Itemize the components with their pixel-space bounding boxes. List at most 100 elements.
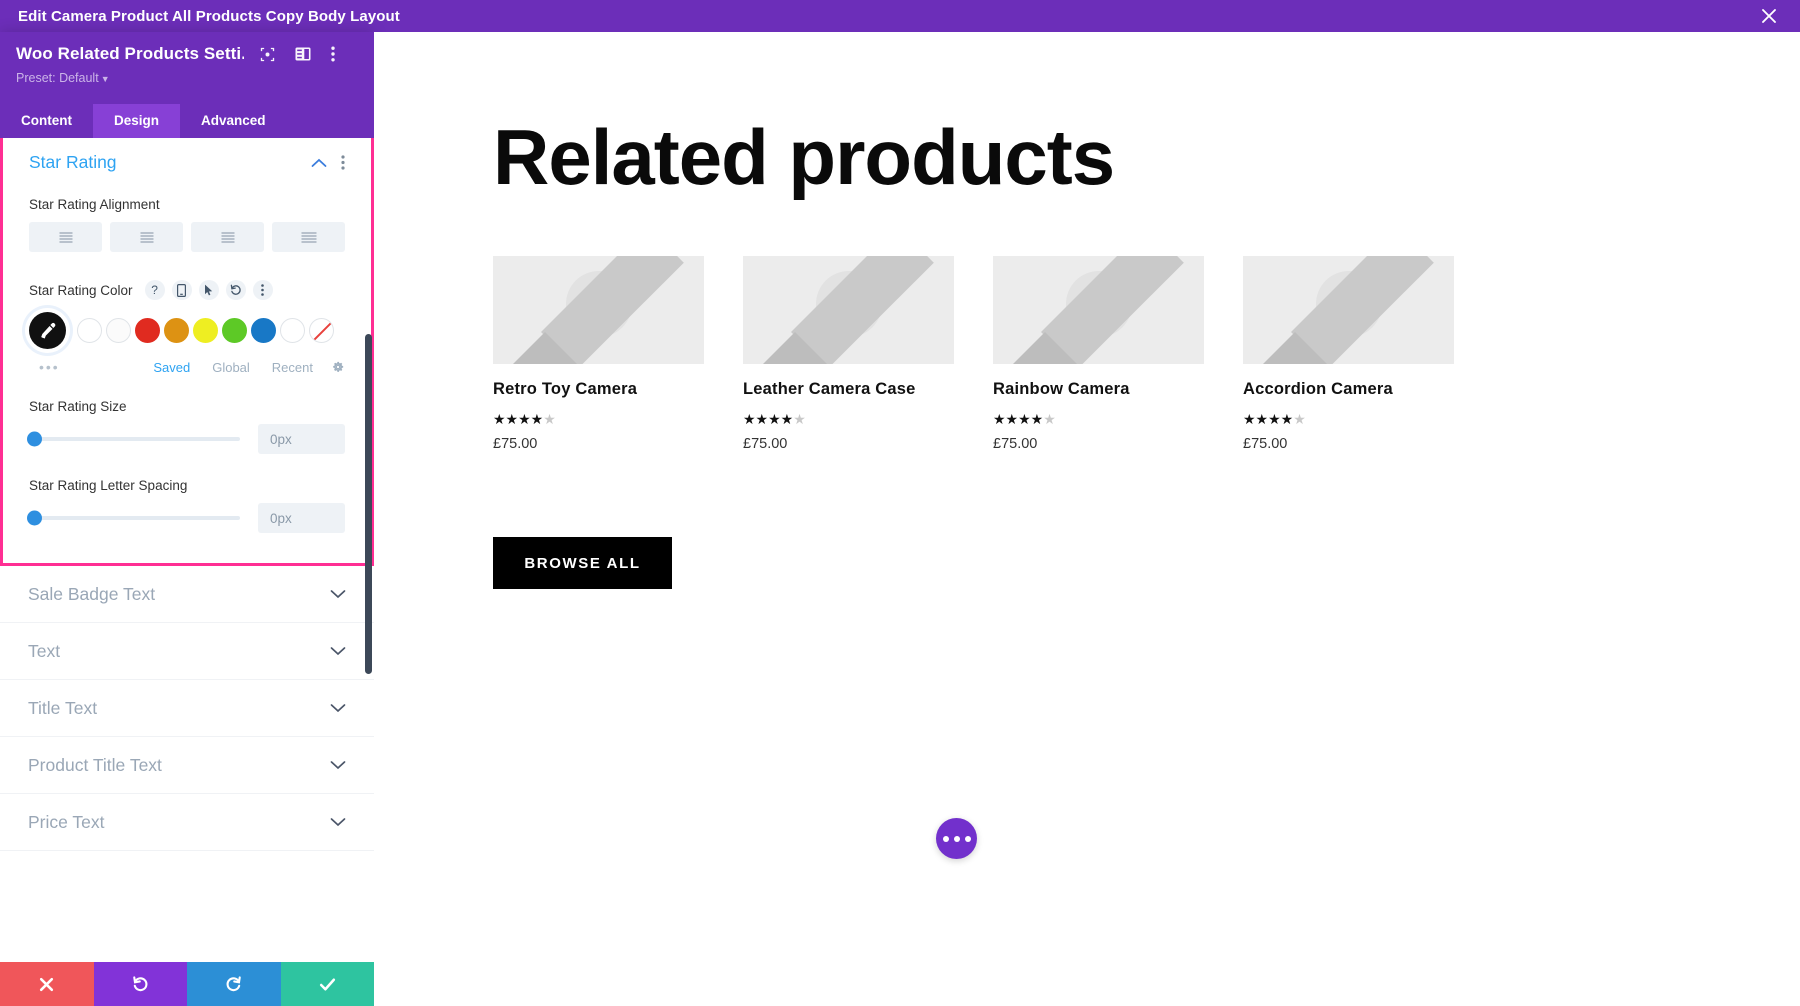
chevron-down-icon [330,589,346,599]
section-sale-badge-text[interactable]: Sale Badge Text [0,566,374,623]
page-preview: Related products Retro Toy Camera ★★★★★ … [374,32,1800,1006]
size-value-input[interactable]: 0px [258,424,345,454]
product-image-placeholder [493,256,704,364]
letter-spacing-slider-handle[interactable] [27,510,42,526]
letter-spacing-slider[interactable] [27,510,240,526]
check-icon [319,977,335,991]
more-options-icon[interactable] [936,818,977,859]
product-title[interactable]: Leather Camera Case [743,380,954,399]
product-title[interactable]: Rainbow Camera [993,380,1204,399]
size-slider-handle[interactable] [27,431,42,447]
module-settings-panel: Woo Related Products Setti... Preset: De… [0,32,374,1006]
chevron-down-icon [330,760,346,770]
size-label: Star Rating Size [29,399,127,414]
section-options-kebab-icon[interactable] [341,155,345,170]
swatch-off-white[interactable] [106,318,131,343]
reset-undo-icon[interactable] [225,280,246,300]
chevron-down-icon: ▼ [100,74,110,84]
product-price: £75.00 [993,436,1038,452]
x-icon [40,977,54,991]
palette-tab-saved[interactable]: Saved [153,360,190,375]
tab-content[interactable]: Content [0,104,93,138]
align-left-icon[interactable] [29,222,102,252]
product-card[interactable]: Leather Camera Case ★★★★★ £75.00 [743,256,954,452]
swatch-yellow[interactable] [193,318,218,343]
tab-design[interactable]: Design [93,104,181,138]
product-title[interactable]: Retro Toy Camera [493,380,704,399]
settings-tabs: Content Design Advanced [0,104,374,138]
product-card[interactable]: Retro Toy Camera ★★★★★ £75.00 [493,256,704,452]
star-rating: ★★★★★ [1243,411,1306,427]
hover-cursor-icon[interactable] [198,280,219,300]
swatch-white[interactable] [77,318,102,343]
star-rating: ★★★★★ [493,411,556,427]
align-justify-icon[interactable] [272,222,345,252]
close-icon[interactable] [1758,5,1780,27]
placeholder-shape-a [791,256,934,364]
section-title-text[interactable]: Title Text [0,680,374,737]
focus-target-icon[interactable] [260,47,275,62]
color-field-header: Star Rating Color ? [29,280,345,300]
product-image-placeholder [743,256,954,364]
redo-button[interactable] [187,962,281,1006]
section-title: Text [28,640,61,661]
palette-tab-recent[interactable]: Recent [272,360,313,375]
window-titlebar: Edit Camera Product All Products Copy Bo… [0,0,1800,32]
swatch-white-2[interactable] [280,318,305,343]
product-price: £75.00 [743,436,788,452]
product-title[interactable]: Accordion Camera [1243,380,1454,399]
align-right-icon[interactable] [191,222,264,252]
letter-spacing-value-input[interactable]: 0px [258,503,345,533]
swatch-green[interactable] [222,318,247,343]
preset-label: Preset: Default [16,71,99,85]
divi-builder-screen: Edit Camera Product All Products Copy Bo… [0,0,1800,1006]
eyedropper-icon[interactable] [29,312,66,349]
chevron-up-icon[interactable] [311,158,327,168]
section-title: Star Rating [29,152,117,172]
swatch-more-dots[interactable]: ••• [39,359,60,375]
palette-tab-global[interactable]: Global [212,360,250,375]
product-card[interactable]: Accordion Camera ★★★★★ £75.00 [1243,256,1454,452]
letter-spacing-label: Star Rating Letter Spacing [29,478,188,493]
save-button[interactable] [280,962,374,1006]
align-center-icon[interactable] [110,222,183,252]
star-rating: ★★★★★ [993,411,1056,427]
section-product-title-text[interactable]: Product Title Text [0,737,374,794]
panel-scrollbar[interactable] [365,334,372,674]
chevron-down-icon [330,817,346,827]
product-card[interactable]: Rainbow Camera ★★★★★ £75.00 [993,256,1204,452]
product-image-placeholder [993,256,1204,364]
swatch-transparent[interactable] [309,318,334,343]
layout-split-icon[interactable] [295,47,311,61]
gear-icon[interactable] [331,360,345,374]
settings-scroll-area: Star Rating Star Rating Alignment Star R… [0,138,374,962]
cancel-button[interactable] [0,962,94,1006]
color-label: Star Rating Color [29,282,133,298]
size-slider-row: 0px [27,424,345,454]
tab-advanced[interactable]: Advanced [180,104,287,138]
section-star-rating: Star Rating Star Rating Alignment Star R… [0,138,374,566]
kebab-menu-icon[interactable] [331,46,335,62]
section-price-text[interactable]: Price Text [0,794,374,851]
module-title: Woo Related Products Setti... [16,44,244,63]
help-icon[interactable]: ? [144,280,165,300]
section-text[interactable]: Text [0,623,374,680]
swatch-red[interactable] [135,318,160,343]
section-title: Product Title Text [28,754,162,775]
preset-selector[interactable]: Preset: Default ▼ [16,71,358,85]
undo-button[interactable] [93,962,187,1006]
window-title: Edit Camera Product All Products Copy Bo… [18,7,400,25]
swatch-blue[interactable] [251,318,276,343]
alignment-label: Star Rating Alignment [29,197,160,212]
section-title: Title Text [28,697,98,718]
product-image-placeholder [1243,256,1454,364]
size-slider[interactable] [27,431,240,447]
star-rating: ★★★★★ [743,411,806,427]
browse-all-button[interactable]: BROWSE ALL [493,537,672,589]
swatch-orange[interactable] [164,318,189,343]
palette-tab-row: ••• Saved Global Recent [29,359,345,375]
color-kebab-menu-icon[interactable] [252,280,273,300]
redo-arrow-icon [226,975,242,991]
section-title: Sale Badge Text [28,583,156,604]
responsive-mobile-icon[interactable] [171,280,192,300]
